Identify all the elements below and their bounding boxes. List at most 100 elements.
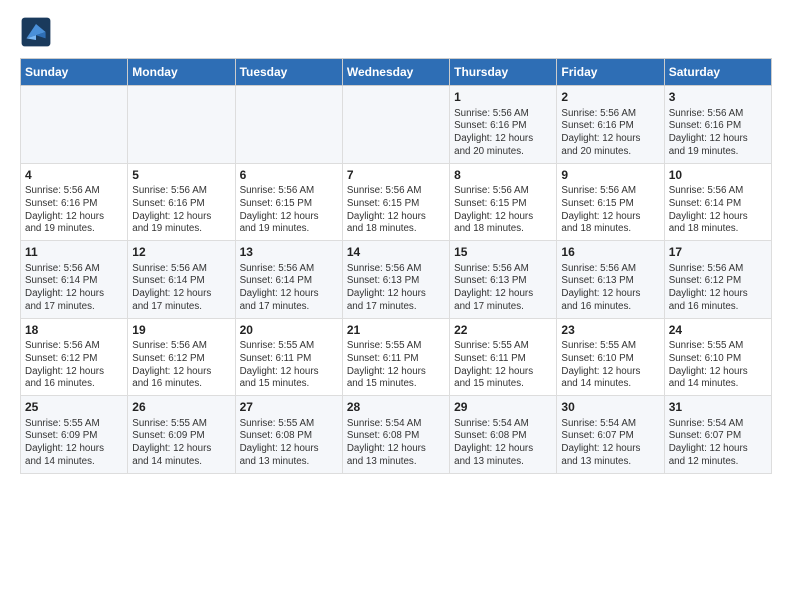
calendar-cell: 10Sunrise: 5:56 AM Sunset: 6:14 PM Dayli… bbox=[664, 163, 771, 241]
day-number: 9 bbox=[561, 168, 659, 184]
column-header-sunday: Sunday bbox=[21, 59, 128, 86]
day-info: Sunrise: 5:56 AM Sunset: 6:12 PM Dayligh… bbox=[25, 340, 123, 391]
calendar-cell: 24Sunrise: 5:55 AM Sunset: 6:10 PM Dayli… bbox=[664, 318, 771, 396]
calendar-week-1: 1Sunrise: 5:56 AM Sunset: 6:16 PM Daylig… bbox=[21, 86, 772, 164]
calendar-cell: 3 Sunrise: 5:56 AM Sunset: 6:16 PM Daylig… bbox=[664, 86, 771, 164]
day-info: Sunrise: 5:56 AM Sunset: 6:15 PM Dayligh… bbox=[347, 185, 445, 236]
calendar-cell: 26 Sunrise: 5:55 AM Sunset: 6:09 PM Dayli… bbox=[128, 396, 235, 474]
day-info: Sunrise: 5:56 AM Sunset: 6:12 PM Dayligh… bbox=[132, 340, 230, 391]
day-info: Sunrise: 5:56 AM Sunset: 6:12 PM Dayligh… bbox=[669, 263, 767, 314]
calendar-cell: 25Sunrise: 5:55 AM Sunset: 6:09 PM Dayli… bbox=[21, 396, 128, 474]
day-number: 22 bbox=[454, 323, 552, 339]
calendar-header-row: SundayMondayTuesdayWednesdayThursdayFrid… bbox=[21, 59, 772, 86]
day-info: Sunrise: 5:55 AM Sunset: 6:11 PM Dayligh… bbox=[347, 340, 445, 391]
calendar-table: SundayMondayTuesdayWednesdayThursdayFrid… bbox=[20, 58, 772, 474]
calendar-cell: 21Sunrise: 5:55 AM Sunset: 6:11 PM Dayli… bbox=[342, 318, 449, 396]
calendar-cell: 8Sunrise: 5:56 AM Sunset: 6:15 PM Daylig… bbox=[450, 163, 557, 241]
logo bbox=[20, 16, 56, 48]
day-info: Sunrise: 5:55 AM Sunset: 6:10 PM Dayligh… bbox=[669, 340, 767, 391]
logo-icon bbox=[20, 16, 52, 48]
calendar-cell: 28Sunrise: 5:54 AM Sunset: 6:08 PM Dayli… bbox=[342, 396, 449, 474]
calendar-week-3: 11 Sunrise: 5:56 AM Sunset: 6:14 PM Dayli… bbox=[21, 241, 772, 319]
day-info: Sunrise: 5:56 AM Sunset: 6:15 PM Dayligh… bbox=[454, 185, 552, 236]
day-number: 21 bbox=[347, 323, 445, 339]
day-number: 30 bbox=[561, 400, 659, 416]
calendar-cell: 4Sunrise: 5:56 AM Sunset: 6:16 PM Daylig… bbox=[21, 163, 128, 241]
day-number: 16 bbox=[561, 245, 659, 261]
calendar-cell: 9Sunrise: 5:56 AM Sunset: 6:15 PM Daylig… bbox=[557, 163, 664, 241]
calendar-week-4: 18Sunrise: 5:56 AM Sunset: 6:12 PM Dayli… bbox=[21, 318, 772, 396]
calendar-cell bbox=[128, 86, 235, 164]
calendar-cell: 27 Sunrise: 5:55 AM Sunset: 6:08 PM Dayli… bbox=[235, 396, 342, 474]
day-number: 17 bbox=[669, 245, 767, 261]
day-number: 14 bbox=[347, 245, 445, 261]
calendar-cell bbox=[342, 86, 449, 164]
day-info: Sunrise: 5:56 AM Sunset: 6:13 PM Dayligh… bbox=[561, 263, 659, 314]
calendar-cell: 11 Sunrise: 5:56 AM Sunset: 6:14 PM Dayli… bbox=[21, 241, 128, 319]
day-number: 23 bbox=[561, 323, 659, 339]
page-header bbox=[20, 16, 772, 48]
calendar-cell: 7Sunrise: 5:56 AM Sunset: 6:15 PM Daylig… bbox=[342, 163, 449, 241]
calendar-cell: 20Sunrise: 5:55 AM Sunset: 6:11 PM Dayli… bbox=[235, 318, 342, 396]
day-info: Sunrise: 5:55 AM Sunset: 6:09 PM Dayligh… bbox=[25, 418, 123, 469]
column-header-monday: Monday bbox=[128, 59, 235, 86]
calendar-week-5: 25Sunrise: 5:55 AM Sunset: 6:09 PM Dayli… bbox=[21, 396, 772, 474]
column-header-wednesday: Wednesday bbox=[342, 59, 449, 86]
day-info: Sunrise: 5:56 AM Sunset: 6:15 PM Dayligh… bbox=[240, 185, 338, 236]
day-number: 11 bbox=[25, 245, 123, 261]
day-info: Sunrise: 5:54 AM Sunset: 6:07 PM Dayligh… bbox=[561, 418, 659, 469]
day-info: Sunrise: 5:56 AM Sunset: 6:14 PM Dayligh… bbox=[25, 263, 123, 314]
day-info: Sunrise: 5:56 AM Sunset: 6:14 PM Dayligh… bbox=[669, 185, 767, 236]
day-info: Sunrise: 5:56 AM Sunset: 6:15 PM Dayligh… bbox=[561, 185, 659, 236]
calendar-cell: 23Sunrise: 5:55 AM Sunset: 6:10 PM Dayli… bbox=[557, 318, 664, 396]
calendar-cell: 6Sunrise: 5:56 AM Sunset: 6:15 PM Daylig… bbox=[235, 163, 342, 241]
column-header-friday: Friday bbox=[557, 59, 664, 86]
day-number: 12 bbox=[132, 245, 230, 261]
calendar-cell: 1Sunrise: 5:56 AM Sunset: 6:16 PM Daylig… bbox=[450, 86, 557, 164]
calendar-week-2: 4Sunrise: 5:56 AM Sunset: 6:16 PM Daylig… bbox=[21, 163, 772, 241]
calendar-cell: 18Sunrise: 5:56 AM Sunset: 6:12 PM Dayli… bbox=[21, 318, 128, 396]
day-number: 13 bbox=[240, 245, 338, 261]
calendar-cell: 2 Sunrise: 5:56 AM Sunset: 6:16 PM Daylig… bbox=[557, 86, 664, 164]
column-header-thursday: Thursday bbox=[450, 59, 557, 86]
day-info: Sunrise: 5:56 AM Sunset: 6:16 PM Dayligh… bbox=[669, 108, 767, 159]
day-number: 6 bbox=[240, 168, 338, 184]
day-number: 8 bbox=[454, 168, 552, 184]
day-info: Sunrise: 5:55 AM Sunset: 6:08 PM Dayligh… bbox=[240, 418, 338, 469]
calendar-cell: 15Sunrise: 5:56 AM Sunset: 6:13 PM Dayli… bbox=[450, 241, 557, 319]
day-number: 5 bbox=[132, 168, 230, 184]
day-number: 26 bbox=[132, 400, 230, 416]
day-info: Sunrise: 5:55 AM Sunset: 6:11 PM Dayligh… bbox=[454, 340, 552, 391]
column-header-saturday: Saturday bbox=[664, 59, 771, 86]
day-number: 29 bbox=[454, 400, 552, 416]
day-info: Sunrise: 5:56 AM Sunset: 6:14 PM Dayligh… bbox=[132, 263, 230, 314]
day-number: 2 bbox=[561, 90, 659, 106]
day-info: Sunrise: 5:54 AM Sunset: 6:07 PM Dayligh… bbox=[669, 418, 767, 469]
calendar-cell: 19Sunrise: 5:56 AM Sunset: 6:12 PM Dayli… bbox=[128, 318, 235, 396]
day-number: 20 bbox=[240, 323, 338, 339]
day-number: 24 bbox=[669, 323, 767, 339]
day-number: 15 bbox=[454, 245, 552, 261]
calendar-cell: 30 Sunrise: 5:54 AM Sunset: 6:07 PM Dayli… bbox=[557, 396, 664, 474]
calendar-cell: 5Sunrise: 5:56 AM Sunset: 6:16 PM Daylig… bbox=[128, 163, 235, 241]
day-info: Sunrise: 5:55 AM Sunset: 6:09 PM Dayligh… bbox=[132, 418, 230, 469]
day-number: 7 bbox=[347, 168, 445, 184]
day-number: 31 bbox=[669, 400, 767, 416]
day-number: 27 bbox=[240, 400, 338, 416]
day-number: 18 bbox=[25, 323, 123, 339]
calendar-cell: 22Sunrise: 5:55 AM Sunset: 6:11 PM Dayli… bbox=[450, 318, 557, 396]
calendar-body: 1Sunrise: 5:56 AM Sunset: 6:16 PM Daylig… bbox=[21, 86, 772, 474]
day-info: Sunrise: 5:56 AM Sunset: 6:16 PM Dayligh… bbox=[132, 185, 230, 236]
day-number: 3 bbox=[669, 90, 767, 106]
calendar-cell: 29Sunrise: 5:54 AM Sunset: 6:08 PM Dayli… bbox=[450, 396, 557, 474]
day-info: Sunrise: 5:56 AM Sunset: 6:16 PM Dayligh… bbox=[561, 108, 659, 159]
day-info: Sunrise: 5:56 AM Sunset: 6:16 PM Dayligh… bbox=[454, 108, 552, 159]
calendar-cell bbox=[21, 86, 128, 164]
calendar-cell: 12 Sunrise: 5:56 AM Sunset: 6:14 PM Dayli… bbox=[128, 241, 235, 319]
calendar-cell bbox=[235, 86, 342, 164]
calendar-cell: 14Sunrise: 5:56 AM Sunset: 6:13 PM Dayli… bbox=[342, 241, 449, 319]
calendar-cell: 13Sunrise: 5:56 AM Sunset: 6:14 PM Dayli… bbox=[235, 241, 342, 319]
day-number: 4 bbox=[25, 168, 123, 184]
day-info: Sunrise: 5:56 AM Sunset: 6:16 PM Dayligh… bbox=[25, 185, 123, 236]
day-info: Sunrise: 5:54 AM Sunset: 6:08 PM Dayligh… bbox=[347, 418, 445, 469]
